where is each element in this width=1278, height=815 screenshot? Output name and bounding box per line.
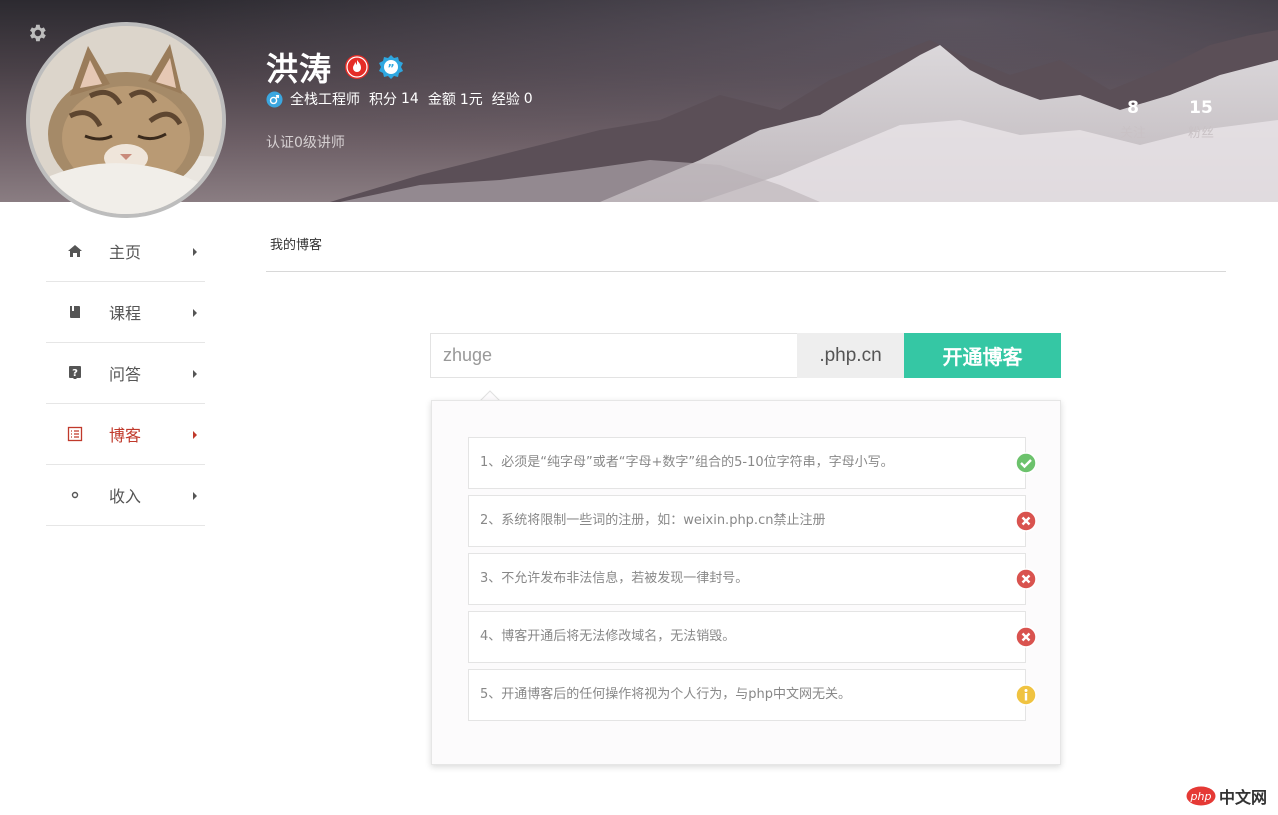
php-logo-icon: php <box>1186 786 1216 806</box>
sidebar-item-label: 问答 <box>109 365 142 384</box>
rule-item: 3、不允许发布非法信息，若被发现一律封号。 <box>468 553 1037 605</box>
sidebar-item-blog[interactable]: 博客 <box>46 404 205 465</box>
amount-value: 1元 <box>459 92 483 108</box>
exp-label: 经验 <box>491 92 520 108</box>
following-stat[interactable]: 8 关注 <box>1099 98 1167 141</box>
domain-suffix: .php.cn <box>797 333 904 378</box>
chevron-right-icon <box>193 248 197 256</box>
site-watermark: php 中文网 <box>1186 784 1267 808</box>
blog-domain-input[interactable] <box>430 333 797 378</box>
following-label: 关注 <box>1119 126 1146 141</box>
following-count: 8 <box>1127 98 1139 118</box>
svg-text:”: ” <box>387 62 394 75</box>
name-row: 洪涛 ” <box>266 44 404 90</box>
sidebar-item-label: 主页 <box>109 243 142 262</box>
rule-text: 4、博客开通后将无法修改域名，无法销毁。 <box>480 629 736 644</box>
fire-badge-icon <box>345 55 370 79</box>
chevron-right-icon <box>193 492 197 500</box>
error-icon <box>1015 626 1037 648</box>
sidebar-nav: 主页 课程 ? 问答 博客 收入 <box>46 221 205 526</box>
chevron-right-icon <box>193 309 197 317</box>
sidebar-item-courses[interactable]: 课程 <box>46 282 205 343</box>
error-icon <box>1015 510 1037 532</box>
points-label: 积分 <box>369 92 397 108</box>
profile-meta: 全栈工程师 积分 14 金额 1元 经验 0 <box>266 89 542 109</box>
rule-text: 1、必须是“纯字母”或者“字母+数字”组合的5-10位字符串，字母小写。 <box>480 455 894 470</box>
dot-icon <box>71 491 79 499</box>
title-divider <box>266 271 1226 272</box>
sidebar-item-qa[interactable]: ? 问答 <box>46 343 205 404</box>
check-icon <box>1015 452 1037 474</box>
sidebar-item-label: 收入 <box>109 487 142 506</box>
points-value: 14 <box>401 91 419 107</box>
quote-badge-icon: ” <box>379 55 404 79</box>
open-blog-button[interactable]: 开通博客 <box>904 333 1061 378</box>
home-icon <box>68 245 82 257</box>
user-name: 洪涛 <box>266 50 333 88</box>
certification-level: 认证0级讲师 <box>266 135 345 151</box>
rule-item: 1、必须是“纯字母”或者“字母+数字”组合的5-10位字符串，字母小写。 <box>468 437 1037 489</box>
question-icon: ? <box>69 366 81 379</box>
fans-stat[interactable]: 15 粉丝 <box>1167 98 1235 141</box>
list-icon <box>67 426 83 442</box>
sidebar-item-home[interactable]: 主页 <box>46 221 205 282</box>
blog-domain-form: .php.cn 开通博客 <box>430 333 1061 378</box>
fans-count: 15 <box>1189 98 1213 118</box>
sidebar-item-income[interactable]: 收入 <box>46 465 205 526</box>
fans-label: 粉丝 <box>1187 126 1214 141</box>
sidebar-item-label: 课程 <box>109 304 142 323</box>
kitten-avatar-image <box>30 26 222 214</box>
rule-item: 2、系统将限制一些词的注册，如：weixin.php.cn禁止注册 <box>468 495 1037 547</box>
rule-text: 2、系统将限制一些词的注册，如：weixin.php.cn禁止注册 <box>480 513 826 528</box>
info-icon <box>1015 684 1037 706</box>
watermark-text: 中文网 <box>1219 788 1268 807</box>
profile-stats: 8 关注 15 粉丝 <box>1099 98 1235 141</box>
chevron-right-icon <box>193 370 197 378</box>
avatar[interactable] <box>26 22 226 218</box>
settings-gear-icon[interactable] <box>26 22 48 44</box>
svg-text:?: ? <box>72 368 78 379</box>
page-title: 我的博客 <box>270 238 323 253</box>
male-gender-icon <box>266 90 283 108</box>
rule-text: 5、开通博客后的任何操作将视为个人行为，与php中文网无关。 <box>480 687 852 702</box>
job-title: 全栈工程师 <box>290 92 360 108</box>
exp-value: 0 <box>523 91 533 107</box>
amount-label: 金额 <box>427 92 456 108</box>
error-icon <box>1015 568 1037 590</box>
sidebar-item-label: 博客 <box>109 426 142 445</box>
book-icon <box>70 306 80 318</box>
php-logo-text: php <box>1190 790 1212 803</box>
rules-panel: 1、必须是“纯字母”或者“字母+数字”组合的5-10位字符串，字母小写。 2、系… <box>431 400 1061 765</box>
chevron-right-icon <box>193 431 197 439</box>
rule-item: 5、开通博客后的任何操作将视为个人行为，与php中文网无关。 <box>468 669 1037 721</box>
rule-item: 4、博客开通后将无法修改域名，无法销毁。 <box>468 611 1037 663</box>
rule-text: 3、不允许发布非法信息，若被发现一律封号。 <box>480 571 749 586</box>
